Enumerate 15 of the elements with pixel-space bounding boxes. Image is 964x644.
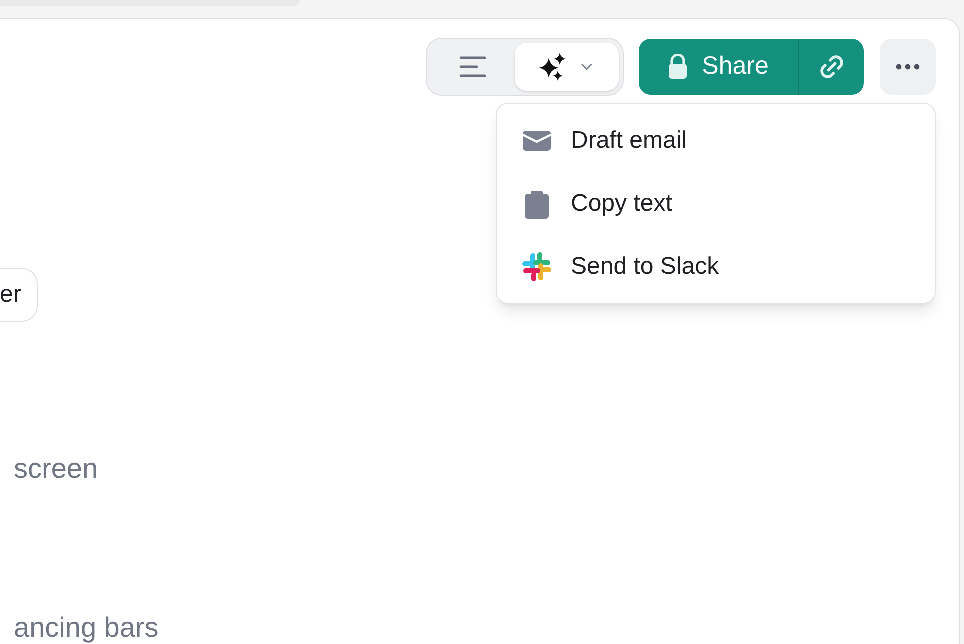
sparkles-icon — [538, 52, 568, 82]
ai-assist-tab[interactable] — [515, 43, 619, 91]
more-options-button[interactable] — [880, 39, 936, 95]
menu-item[interactable]: Copy text — [497, 172, 935, 235]
body-text: screen — [14, 452, 98, 486]
slack-icon — [522, 252, 552, 282]
text-lines-icon — [459, 55, 487, 79]
lock-icon — [668, 54, 688, 80]
body-text: ancing bars — [14, 612, 159, 644]
menu-item[interactable]: Draft email — [497, 109, 935, 172]
clipboard-icon — [524, 188, 550, 218]
menu-item[interactable]: Send to Slack — [497, 235, 935, 298]
envelope-icon — [522, 130, 552, 152]
chip[interactable]: er — [0, 268, 38, 322]
more-icon — [896, 64, 920, 70]
